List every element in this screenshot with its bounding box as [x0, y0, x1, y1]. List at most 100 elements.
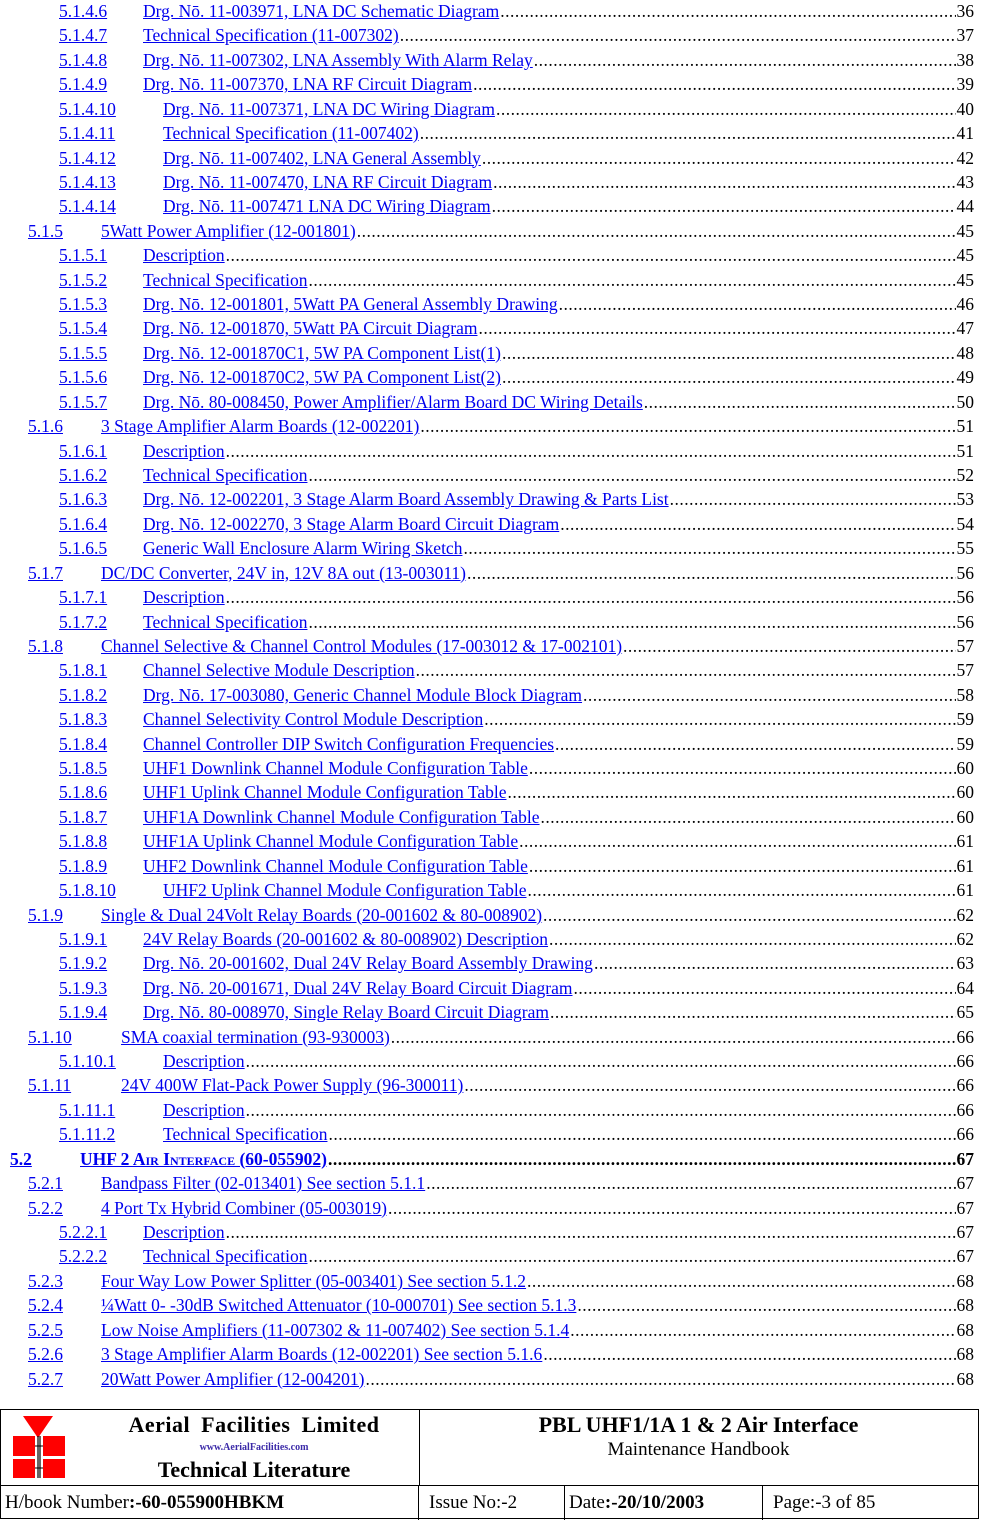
toc-entry-title[interactable]: Drg. Nō. 12-001870C2, 5W PA Component Li…	[143, 366, 501, 388]
toc-entry-title[interactable]: Description	[143, 586, 225, 608]
toc-entry-title[interactable]: Drg. Nō. 20-001671, Dual 24V Relay Board…	[143, 977, 573, 999]
toc-entry-number[interactable]: 5.1.11.1	[59, 1099, 163, 1121]
toc-entry[interactable]: 5.1.8.7 UHF1A Downlink Channel Module Con…	[59, 806, 974, 830]
toc-entry[interactable]: 5.1.6 3 Stage Amplifier Alarm Boards (12-…	[28, 415, 974, 439]
toc-entry-number[interactable]: 5.1.4.13	[59, 171, 163, 193]
toc-entry[interactable]: 5.1.7.2Technical Specification 56	[59, 611, 974, 635]
toc-entry-number[interactable]: 5.1.9.4	[59, 1001, 143, 1023]
toc-entry[interactable]: 5.1.11 24V 400W Flat-Pack Power Supply (9…	[28, 1074, 974, 1098]
toc-entry-title[interactable]: Drg. Nō. 12-001870, 5Watt PA Circuit Dia…	[143, 317, 477, 339]
toc-entry-number[interactable]: 5.1.8.9	[59, 855, 143, 877]
toc-entry-title[interactable]: DC/DC Converter, 24V in, 12V 8A out (13-…	[101, 562, 466, 584]
toc-entry[interactable]: 5.1.4.9 Drg. Nō. 11-007370, LNA RF Circui…	[59, 73, 974, 97]
toc-entry-number[interactable]: 5.1.6.1	[59, 440, 143, 462]
toc-entry-title[interactable]: Description	[163, 1050, 245, 1072]
toc-entry-title[interactable]: Four Way Low Power Splitter (05-003401) …	[101, 1270, 526, 1292]
toc-entry-number[interactable]: 5.1.11	[28, 1074, 121, 1096]
toc-entry-number[interactable]: 5.1.8.7	[59, 806, 143, 828]
toc-entry[interactable]: 5.1.8.10 UHF2 Uplink Channel Module Confi…	[59, 879, 974, 903]
toc-entry-number[interactable]: 5.1.4.12	[59, 147, 163, 169]
toc-entry[interactable]: 5.1.6.4 Drg. Nō. 12-002270, 3 Stage Alarm…	[59, 513, 974, 537]
toc-entry[interactable]: 5.1.11.2Technical Specification 66	[59, 1123, 974, 1147]
toc-entry[interactable]: 5.1.5.1Description 45	[59, 244, 974, 268]
toc-entry[interactable]: 5.1.5.5 Drg. Nō. 12-001870C1, 5W PA Compo…	[59, 342, 974, 366]
toc-entry[interactable]: 5.2.1 Bandpass Filter (02-013401) See sec…	[28, 1172, 974, 1196]
toc-entry[interactable]: 5.1.8.9 UHF2 Downlink Channel Module Conf…	[59, 855, 974, 879]
toc-entry-number[interactable]: 5.1.4.14	[59, 195, 163, 217]
toc-entry[interactable]: 5.2.6 3 Stage Amplifier Alarm Boards (12-…	[28, 1343, 974, 1367]
toc-entry-title[interactable]: 3 Stage Amplifier Alarm Boards (12-00220…	[101, 1343, 542, 1365]
toc-entry-title[interactable]: Channel Selectivity Control Module Descr…	[143, 708, 483, 730]
toc-entry-title[interactable]: Technical Specification	[143, 464, 307, 486]
toc-entry[interactable]: 5.1.9.4 Drg. Nō. 80-008970, Single Relay …	[59, 1001, 974, 1025]
toc-entry-number[interactable]: 5.2.2.1	[59, 1221, 143, 1243]
toc-entry-title[interactable]: Channel Selective Module Description	[143, 659, 415, 681]
toc-entry-title[interactable]: UHF2 Downlink Channel Module Configurati…	[143, 855, 528, 877]
toc-entry-number[interactable]: 5.2.3	[28, 1270, 101, 1292]
toc-entry-title[interactable]: Drg. Nō. 11-007470, LNA RF Circuit Diagr…	[163, 171, 492, 193]
toc-entry[interactable]: 5.2.2.2Technical Specification 67	[59, 1245, 974, 1269]
toc-entry-title[interactable]: Drg. Nō. 12-001801, 5Watt PA General Ass…	[143, 293, 558, 315]
toc-entry-number[interactable]: 5.1.4.11	[59, 122, 163, 144]
toc-entry-title[interactable]: UHF1 Downlink Channel Module Configurati…	[143, 757, 528, 779]
toc-entry-title[interactable]: Channel Selective & Channel Control Modu…	[101, 635, 622, 657]
toc-entry[interactable]: 5.2.720Watt Power Amplifier (12-004201) 6…	[28, 1368, 974, 1392]
toc-entry[interactable]: 5.1.4.10 Drg. Nō. 11-007371, LNA DC Wirin…	[59, 98, 974, 122]
toc-entry-title[interactable]: Single & Dual 24Volt Relay Boards (20-00…	[101, 904, 542, 926]
toc-entry-title[interactable]: 24V Relay Boards (20-001602 & 80-008902)…	[143, 928, 548, 950]
toc-entry-number[interactable]: 5.1.8.2	[59, 684, 143, 706]
toc-entry-title[interactable]: 24V 400W Flat-Pack Power Supply (96-3000…	[121, 1074, 463, 1096]
toc-entry-title[interactable]: UHF2 Uplink Channel Module Configuration…	[163, 879, 526, 901]
toc-entry-number[interactable]: 5.1.5.2	[59, 269, 143, 291]
toc-entry-number[interactable]: 5.1.6.2	[59, 464, 143, 486]
toc-entry-title[interactable]: Drg. Nō. 11-007402, LNA General Assembly	[163, 147, 481, 169]
toc-entry-number[interactable]: 5.1.9.1	[59, 928, 143, 950]
toc-entry[interactable]: 5.1.6.3 Drg. Nō. 12-002201, 3 Stage Alarm…	[59, 488, 974, 512]
toc-entry-number[interactable]: 5.1.6.5	[59, 537, 143, 559]
toc-entry[interactable]: 5.1.6.5 Generic Wall Enclosure Alarm Wiri…	[59, 537, 974, 561]
toc-entry[interactable]: 5.1.5.4 Drg. Nō. 12-001870, 5Watt PA Circ…	[59, 317, 974, 341]
toc-entry-number[interactable]: 5.1.7.2	[59, 611, 143, 633]
toc-entry-number[interactable]: 5.1.6.4	[59, 513, 143, 535]
toc-entry[interactable]: 5.1.8.6 UHF1 Uplink Channel Module Config…	[59, 781, 974, 805]
toc-entry-title[interactable]: Drg. Nō. 20-001602, Dual 24V Relay Board…	[143, 952, 593, 974]
toc-entry[interactable]: 5.2.5 Low Noise Amplifiers (11-007302 & 1…	[28, 1319, 974, 1343]
toc-entry[interactable]: 5.1.4.7 Technical Specification (11-00730…	[59, 24, 974, 48]
toc-entry-title[interactable]: Drg. Nō. 12-002270, 3 Stage Alarm Board …	[143, 513, 559, 535]
toc-entry-title[interactable]: 4 Port Tx Hybrid Combiner (05-003019)	[101, 1197, 387, 1219]
toc-entry-title[interactable]: Technical Specification (11-007302)	[143, 24, 399, 46]
toc-entry[interactable]: 5.1.5.2Technical Specification 45	[59, 269, 974, 293]
toc-entry-title[interactable]: Description	[143, 440, 225, 462]
toc-entry-number[interactable]: 5.1.7.1	[59, 586, 143, 608]
toc-entry[interactable]: 5.1.11.1Description 66	[59, 1099, 974, 1123]
toc-entry-number[interactable]: 5.1.8	[28, 635, 101, 657]
toc-entry-number[interactable]: 5.2.2.2	[59, 1245, 143, 1267]
toc-entry[interactable]: 5.2.2 4 Port Tx Hybrid Combiner (05-00301…	[28, 1197, 974, 1221]
toc-entry-title[interactable]: Drg. Nō. 11-007370, LNA RF Circuit Diagr…	[143, 73, 472, 95]
toc-entry-title[interactable]: Drg. Nō. 17-003080, Generic Channel Modu…	[143, 684, 582, 706]
toc-entry-number[interactable]: 5.1.9	[28, 904, 101, 926]
toc-entry-number[interactable]: 5.1.8.6	[59, 781, 143, 803]
toc-entry[interactable]: 5.1.4.13 Drg. Nō. 11-007470, LNA RF Circu…	[59, 171, 974, 195]
toc-entry-title[interactable]: UHF1 Uplink Channel Module Configuration…	[143, 781, 506, 803]
toc-entry-title[interactable]: ¼Watt 0- -30dB Switched Attenuator (10-0…	[101, 1294, 576, 1316]
toc-entry-number[interactable]: 5.1.9.3	[59, 977, 143, 999]
toc-entry-number[interactable]: 5.1.8.5	[59, 757, 143, 779]
toc-entry[interactable]: 5.2UHF 2 Air Interface (60-055902) 67	[10, 1148, 974, 1172]
toc-entry-number[interactable]: 5.1.4.7	[59, 24, 143, 46]
toc-entry-title[interactable]: Technical Specification	[143, 611, 307, 633]
toc-entry[interactable]: 5.1.9.2 Drg. Nō. 20-001602, Dual 24V Rela…	[59, 952, 974, 976]
toc-entry[interactable]: 5.1.4.12 Drg. Nō. 11-007402, LNA General …	[59, 147, 974, 171]
toc-entry[interactable]: 5.1.55Watt Power Amplifier (12-001801) 45	[28, 220, 974, 244]
toc-entry-title[interactable]: Drg. Nō. 11-003971, LNA DC Schematic Dia…	[143, 0, 499, 22]
toc-entry[interactable]: 5.2.2.1Description 67	[59, 1221, 974, 1245]
toc-entry-title[interactable]: Description	[143, 244, 225, 266]
toc-entry-number[interactable]: 5.1.8.1	[59, 659, 143, 681]
toc-entry-number[interactable]: 5.1.8.10	[59, 879, 163, 901]
toc-entry[interactable]: 5.1.8.1 Channel Selective Module Descript…	[59, 659, 974, 683]
toc-entry-title[interactable]: Channel Controller DIP Switch Configurat…	[143, 733, 554, 755]
toc-entry[interactable]: 5.1.8 Channel Selective & Channel Control…	[28, 635, 974, 659]
toc-entry-number[interactable]: 5.1.8.8	[59, 830, 143, 852]
toc-entry-number[interactable]: 5.1.4.9	[59, 73, 143, 95]
toc-entry-title[interactable]: Generic Wall Enclosure Alarm Wiring Sket…	[143, 537, 462, 559]
